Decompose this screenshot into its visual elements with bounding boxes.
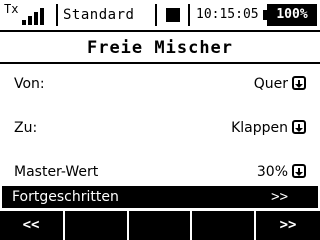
setting-row-zu[interactable]: Zu: Klappen	[0, 116, 320, 140]
title-divider	[0, 62, 320, 64]
status-separator	[188, 4, 190, 26]
softkey-2-button[interactable]	[65, 211, 126, 240]
row-value-master-wert[interactable]: 30%	[257, 163, 288, 181]
row-label-von: Von:	[14, 76, 45, 92]
softkey-bar: << >>	[0, 211, 320, 240]
setting-row-master-wert[interactable]: Master-Wert 30%	[0, 160, 320, 184]
status-bar: Tx Standard 10:15:05 100%	[0, 0, 320, 32]
softkey-4-button[interactable]	[192, 211, 253, 240]
signal-bar-3	[34, 12, 38, 25]
dropdown-icon[interactable]	[292, 120, 306, 134]
battery-level: 100%	[276, 7, 308, 22]
signal-bar-1	[22, 20, 26, 25]
battery-indicator: 100%	[263, 4, 317, 26]
row-value-zu[interactable]: Klappen	[231, 119, 288, 137]
trainer-status-icon	[166, 8, 180, 22]
advanced-arrow-icon: >>	[271, 189, 288, 205]
page-title: Freie Mischer	[86, 38, 234, 58]
model-name: Standard	[63, 7, 135, 23]
row-label-zu: Zu:	[14, 120, 38, 136]
tx-label: Tx	[4, 2, 19, 16]
signal-bar-4	[40, 8, 44, 25]
status-separator	[155, 4, 157, 26]
advanced-label: Fortgeschritten	[12, 189, 119, 205]
dropdown-icon[interactable]	[292, 76, 306, 90]
status-separator	[56, 4, 58, 26]
setting-row-von[interactable]: Von: Quer	[0, 72, 320, 96]
softkey-prev-button[interactable]: <<	[0, 211, 62, 240]
signal-bar-2	[28, 16, 32, 25]
tx-signal-indicator: Tx	[2, 1, 52, 29]
softkey-next-button[interactable]: >>	[256, 211, 320, 240]
clock: 10:15:05	[196, 7, 259, 22]
softkey-3-button[interactable]	[129, 211, 189, 240]
dropdown-icon[interactable]	[292, 164, 306, 178]
advanced-menu-item[interactable]: Fortgeschritten >>	[2, 186, 318, 208]
row-label-master-wert: Master-Wert	[14, 164, 99, 180]
row-value-von[interactable]: Quer	[254, 75, 288, 93]
status-divider	[0, 30, 320, 32]
